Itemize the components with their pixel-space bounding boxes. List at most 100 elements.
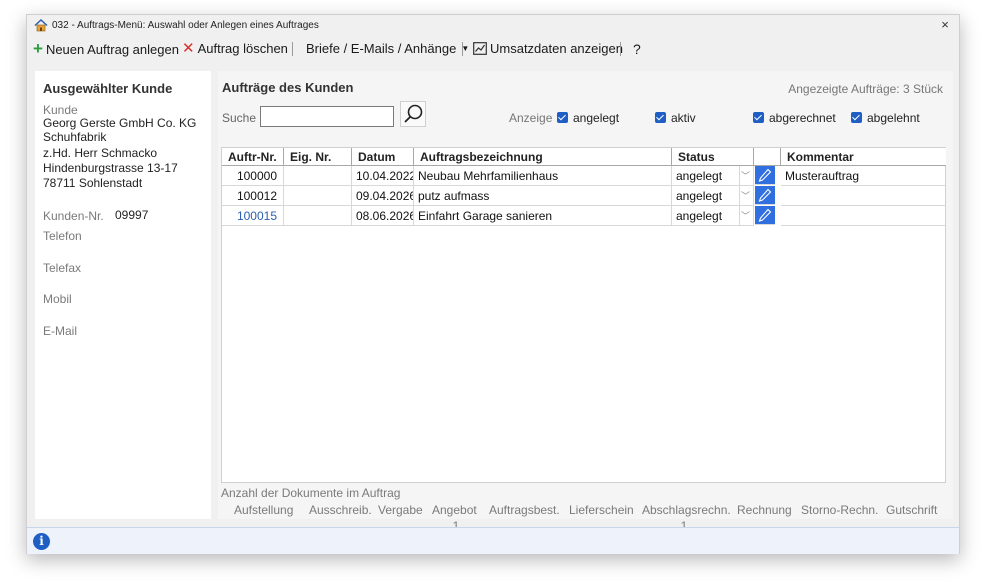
checkbox-checked-icon — [655, 112, 666, 123]
checkbox-checked-icon — [851, 112, 862, 123]
customer-line2: Schuhfabrik — [43, 130, 107, 144]
pencil-icon — [758, 188, 772, 202]
orders-heading: Aufträge des Kunden — [222, 80, 354, 95]
col-header-nr[interactable]: Auftr-Nr. — [222, 148, 284, 166]
status-select[interactable]: angelegt ﹀ — [672, 186, 754, 206]
help-button[interactable]: ? — [633, 40, 641, 58]
delete-order-button[interactable]: ✕ Auftrag löschen — [182, 40, 288, 58]
table-row-date[interactable]: 09.04.2026 — [352, 186, 414, 206]
documents-heading: Anzahl der Dokumente im Auftrag — [221, 486, 401, 500]
table-row-nr[interactable]: 100000 — [222, 166, 284, 186]
chevron-down-icon: ﹀ — [739, 186, 751, 206]
table-row-date[interactable]: 08.06.2026 — [352, 206, 414, 226]
letters-label: Briefe / E-Mails / Anhänge — [306, 41, 457, 56]
x-delete-icon: ✕ — [182, 40, 195, 57]
plus-icon: + — [33, 39, 43, 58]
col-header-desc[interactable]: Auftragsbezeichnung — [414, 148, 672, 166]
search-label: Suche — [222, 111, 257, 125]
fax-label: Telefax — [43, 261, 82, 275]
doc-aufstellung[interactable]: Aufstellung — [234, 503, 293, 517]
search-icon — [404, 104, 423, 123]
status-value: angelegt — [676, 209, 723, 223]
filter-angelegt-checkbox[interactable]: angelegt — [557, 111, 619, 125]
toolbar-separator — [292, 42, 293, 56]
col-header-eig[interactable]: Eig. Nr. — [284, 148, 352, 166]
chevron-down-icon: ﹀ — [739, 206, 751, 226]
status-select[interactable]: angelegt ﹀ — [672, 206, 754, 226]
customer-panel: Ausgewählter Kunde Kunde Georg Gerste Gm… — [35, 71, 211, 519]
status-select[interactable]: angelegt ﹀ — [672, 166, 754, 186]
table-row-comment[interactable]: Musterauftrag — [781, 166, 946, 186]
customer-label: Kunde — [43, 103, 78, 117]
customer-number-label: Kunden-Nr. — [43, 209, 104, 223]
checkbox-checked-icon — [557, 112, 568, 123]
table-row-eig[interactable] — [284, 206, 352, 226]
delete-order-label: Auftrag löschen — [197, 41, 288, 56]
status-value: angelegt — [676, 169, 723, 183]
doc-lieferschein[interactable]: Lieferschein — [569, 503, 634, 517]
sales-data-label: Umsatzdaten anzeigen — [490, 41, 623, 56]
filter-aktiv-label: aktiv — [671, 111, 696, 125]
filter-angelegt-label: angelegt — [573, 111, 620, 125]
doc-storno-rechn[interactable]: Storno-Rechn. — [801, 503, 878, 517]
sales-data-button[interactable]: Umsatzdaten anzeigen — [473, 40, 623, 58]
customer-name: Georg Gerste GmbH Co. KG — [43, 116, 197, 130]
table-row-desc[interactable]: Einfahrt Garage sanieren — [414, 206, 672, 226]
info-icon[interactable]: i — [33, 533, 50, 550]
order-menu-window: 032 - Auftrags-Menü: Auswahl oder Anlege… — [26, 14, 960, 554]
table-row-desc[interactable]: putz aufmass — [414, 186, 672, 206]
orders-count: Angezeigte Aufträge: 3 Stück — [788, 82, 943, 96]
filter-label: Anzeige — [509, 111, 553, 125]
email-label: E-Mail — [43, 324, 78, 338]
customer-city: 78711 Sohlenstadt — [43, 176, 143, 190]
col-header-edit — [754, 148, 781, 166]
chart-icon — [473, 42, 487, 55]
close-button[interactable]: × — [937, 17, 953, 33]
toolbar: + Neuen Auftrag anlegen ✕ Auftrag löschen … — [27, 37, 959, 61]
doc-vergabe[interactable]: Vergabe — [378, 503, 423, 517]
customer-heading: Ausgewählter Kunde — [43, 81, 173, 96]
toolbar-separator — [462, 42, 463, 56]
orders-panel: Aufträge des Kunden Angezeigte Aufträge:… — [218, 71, 953, 533]
filter-abgelehnt-label: abgelehnt — [867, 111, 920, 125]
search-button[interactable] — [400, 101, 426, 127]
edit-order-button[interactable] — [755, 186, 775, 205]
chevron-down-icon: ﹀ — [739, 166, 751, 186]
doc-gutschrift[interactable]: Gutschrift — [886, 503, 937, 517]
table-row-desc[interactable]: Neubau Mehrfamilienhaus — [414, 166, 672, 186]
filter-abgelehnt-checkbox[interactable]: abgelehnt — [851, 111, 920, 125]
doc-rechnung[interactable]: Rechnung — [737, 503, 792, 517]
filter-abgerechnet-checkbox[interactable]: abgerechnet — [753, 111, 836, 125]
phone-label: Telefon — [43, 229, 82, 243]
doc-angebot[interactable]: Angebot — [432, 503, 477, 517]
pencil-icon — [758, 208, 772, 222]
new-order-button[interactable]: + Neuen Auftrag anlegen — [33, 40, 179, 58]
col-header-comment[interactable]: Kommentar — [781, 148, 946, 166]
col-header-date[interactable]: Datum — [352, 148, 414, 166]
pencil-icon — [758, 168, 772, 182]
table-row-comment[interactable] — [781, 186, 946, 206]
filter-aktiv-checkbox[interactable]: aktiv — [655, 111, 696, 125]
status-bar: i — [27, 527, 959, 554]
search-input[interactable] — [260, 106, 394, 127]
home-icon — [34, 19, 48, 32]
status-value: angelegt — [676, 189, 723, 203]
orders-table: Auftr-Nr. Eig. Nr. Datum Auftragsbezeich… — [221, 147, 946, 483]
table-row-eig[interactable] — [284, 186, 352, 206]
table-row-nr[interactable]: 100015 — [222, 206, 284, 226]
col-header-status[interactable]: Status — [672, 148, 754, 166]
window-title: 032 - Auftrags-Menü: Auswahl oder Anlege… — [52, 20, 319, 31]
table-row-nr[interactable]: 100012 — [222, 186, 284, 206]
filter-abgerechnet-label: abgerechnet — [769, 111, 836, 125]
table-row-date[interactable]: 10.04.2022 — [352, 166, 414, 186]
doc-auftragsbest[interactable]: Auftragsbest. — [489, 503, 560, 517]
checkbox-checked-icon — [753, 112, 764, 123]
edit-order-button[interactable] — [755, 206, 775, 225]
table-row-eig[interactable] — [284, 166, 352, 186]
toolbar-separator — [620, 42, 621, 56]
letters-dropdown[interactable]: Briefe / E-Mails / Anhänge ▼ — [306, 40, 469, 58]
table-row-comment[interactable] — [781, 206, 946, 226]
doc-abschlagsrechn[interactable]: Abschlagsrechn. — [642, 503, 731, 517]
edit-order-button[interactable] — [755, 166, 775, 185]
doc-ausschreib[interactable]: Ausschreib. — [309, 503, 372, 517]
